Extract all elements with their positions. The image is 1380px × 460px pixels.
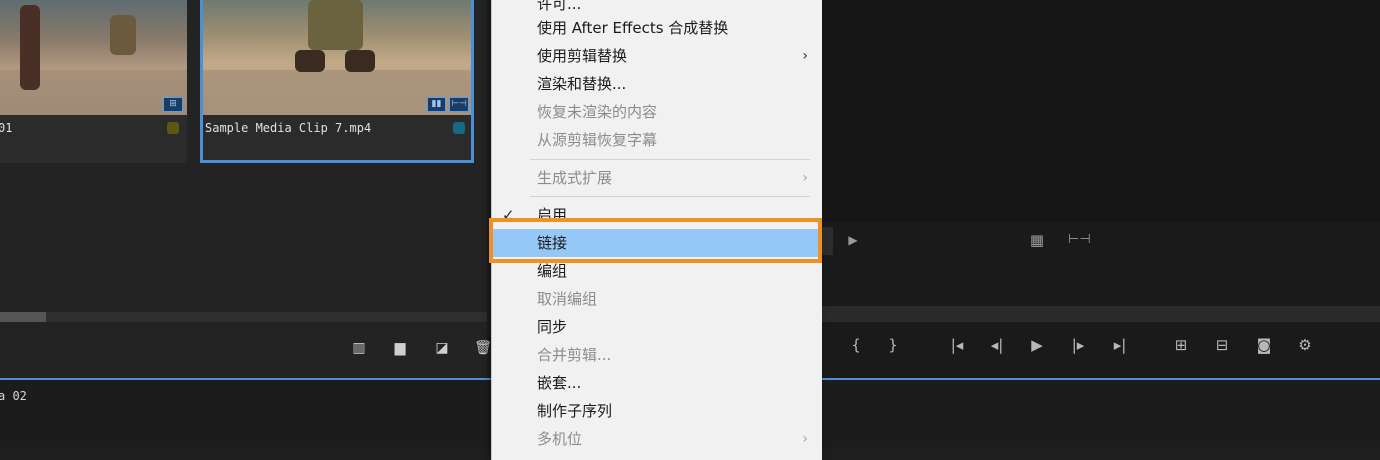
clip-label-color[interactable] — [167, 122, 179, 134]
menu-item-synchronize[interactable]: 同步 — [492, 313, 822, 341]
project-horizontal-scrollbar[interactable] — [0, 312, 487, 322]
menu-item-make-subsequence[interactable]: 制作子序列 — [492, 397, 822, 425]
menu-item-render-and-replace[interactable]: 渲染和替换... — [492, 70, 822, 98]
menu-item-replace-with-clip[interactable]: 使用剪辑替换 › — [492, 42, 822, 70]
menu-separator — [530, 196, 810, 197]
insert-icon[interactable]: ⊞ — [1168, 336, 1194, 354]
project-toolbar — [0, 322, 487, 378]
menu-item-label: 取消编组 — [537, 290, 598, 308]
step-back-icon[interactable]: ◂| — [986, 336, 1008, 354]
sequence-tab-label[interactable]: a 02 — [0, 389, 27, 403]
clip-thumbnail-card-selected[interactable]: ▮▮ ⊢⊣ Sample Media Clip 7.mp4 — [200, 0, 474, 163]
chevron-right-icon: › — [802, 431, 808, 447]
clip-name: 01 — [0, 121, 13, 135]
thumbnail-skate-right — [345, 50, 375, 72]
menu-item-label: 使用 After Effects 合成替换 — [537, 19, 729, 37]
menu-item-label: 许可... — [537, 0, 582, 13]
chevron-right-icon: › — [802, 170, 808, 186]
monitor-video-area — [820, 0, 1380, 222]
export-frame-icon[interactable]: ◙ — [1253, 336, 1275, 354]
audio-badge-icon: ⊢⊣ — [449, 97, 469, 112]
storyboard-icon: ⊞ — [163, 97, 183, 112]
clip-thumbnail-card[interactable]: ⊞ 01 — [0, 0, 187, 163]
go-to-in-icon[interactable]: |◂ — [945, 336, 969, 354]
menu-item-group[interactable]: 编组 — [492, 257, 822, 285]
menu-item-label: 使用剪辑替换 — [537, 47, 628, 65]
menu-item-label: 多机位 — [537, 430, 583, 448]
menu-item-nest[interactable]: 嵌套... — [492, 369, 822, 397]
chevron-right-icon: › — [802, 48, 808, 64]
menu-item-label: 制作子序列 — [537, 402, 613, 420]
menu-item-restore-captions[interactable]: 从源剪辑恢复字幕 — [492, 126, 822, 154]
menu-item-generative-extend[interactable]: 生成式扩展 › — [492, 164, 822, 192]
new-bin-icon[interactable]: ▆ — [391, 340, 409, 356]
mark-out-icon[interactable]: } — [887, 336, 899, 354]
menu-item-replace-with-after-effects[interactable]: 使用 After Effects 合成替换 — [492, 14, 822, 42]
thumbnail-mural — [110, 15, 136, 55]
menu-item-label: 恢复未渲染的内容 — [537, 103, 658, 121]
freeform-view-icon[interactable]: ▥ — [350, 340, 368, 356]
menu-item-label: 链接 — [537, 234, 568, 252]
menu-item-ungroup[interactable]: 取消编组 — [492, 285, 822, 313]
menu-item-label: 嵌套... — [537, 374, 582, 392]
thumbnail-skate-left — [295, 50, 325, 72]
settings-icon[interactable]: ⚙ — [1294, 336, 1316, 354]
menu-separator — [530, 159, 810, 160]
menu-item-restore-unrendered[interactable]: 恢复未渲染的内容 — [492, 98, 822, 126]
menu-item-label: 编组 — [537, 262, 568, 280]
drag-audio-only-icon[interactable]: ⊢⊣ — [1068, 231, 1091, 249]
play-icon[interactable]: ▶ — [1028, 336, 1046, 354]
clip-name: Sample Media Clip 7.mp4 — [205, 121, 372, 135]
new-item-icon[interactable]: ◪ — [433, 340, 451, 356]
scrollbar-thumb[interactable] — [0, 312, 46, 322]
step-forward-icon[interactable]: |▸ — [1067, 336, 1089, 354]
video-badge-icon: ▮▮ — [427, 97, 446, 112]
thumbnail-figure — [20, 5, 40, 90]
monitor-scrub-bar[interactable] — [820, 306, 1380, 322]
menu-item-label: 同步 — [537, 318, 568, 336]
clip-label-color[interactable] — [453, 122, 465, 134]
menu-item-link[interactable]: 链接 — [492, 229, 822, 257]
overwrite-icon[interactable]: ⊟ — [1209, 336, 1235, 354]
menu-item-label: 渲染和替换... — [537, 75, 627, 93]
menu-item-label: 从源剪辑恢复字幕 — [537, 131, 658, 149]
context-menu: 许可... 使用 After Effects 合成替换 使用剪辑替换 › 渲染和… — [491, 0, 822, 460]
mark-in-icon[interactable]: { — [850, 336, 862, 354]
go-to-out-icon[interactable]: ▸| — [1108, 336, 1132, 354]
thumbnail-legs — [308, 0, 363, 50]
drag-video-only-icon[interactable]: ▦ — [1028, 231, 1046, 249]
menu-item-label: 生成式扩展 — [537, 169, 613, 187]
menu-item-label: 启用 — [537, 206, 568, 224]
clip-thumbnail-image — [0, 0, 187, 115]
menu-item-enable[interactable]: ✓ 启用 — [492, 201, 822, 229]
menu-item-label: 合并剪辑... — [537, 346, 612, 364]
play-small-icon[interactable]: ▶ — [846, 231, 860, 249]
checkmark-icon: ✓ — [502, 206, 515, 224]
trash-icon[interactable]: 🗑 — [474, 340, 492, 356]
menu-item-merge-clips[interactable]: 合并剪辑... — [492, 341, 822, 369]
menu-item-multi-camera[interactable]: 多机位 › — [492, 425, 822, 453]
